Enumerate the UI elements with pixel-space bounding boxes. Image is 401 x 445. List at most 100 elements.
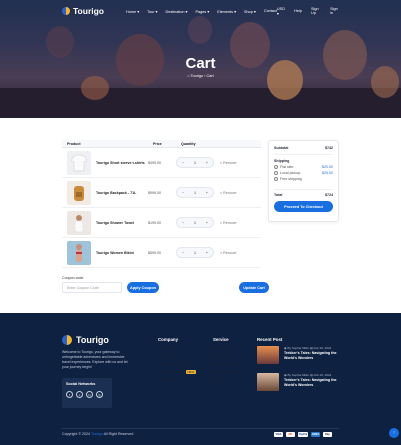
towel-image[interactable] xyxy=(67,210,91,235)
coupon-input[interactable]: Enter Coupon Code xyxy=(62,282,122,293)
globe-logo-icon xyxy=(62,335,72,345)
footer-link[interactable]: About Us xyxy=(158,347,196,351)
close-icon: × xyxy=(220,250,223,255)
post-meta: ◉ By Sophia Miller ▤ Feb 20, 2024 xyxy=(284,346,332,350)
product-price: $599.00 xyxy=(148,250,161,255)
apply-coupon-button[interactable]: Apply Coupon xyxy=(127,282,159,293)
shipping-option-free[interactable]: Free shipping xyxy=(274,177,333,181)
update-cart-button[interactable]: Update Cart xyxy=(239,282,269,293)
col-quantity: Quantity xyxy=(181,141,196,146)
quantity-stepper: − 1 + xyxy=(176,217,214,228)
table-row: Tourigo Backpack - 71L $999.00 − 1 + × Re… xyxy=(62,178,261,208)
nav-item-shop[interactable]: Shop ▾ xyxy=(244,9,256,14)
remove-button[interactable]: × Remove xyxy=(220,221,237,225)
page-title: Cart xyxy=(185,55,216,72)
visa-icon: VISA xyxy=(274,432,283,437)
brand-logo[interactable]: Tourigo xyxy=(62,6,104,16)
radio-icon[interactable] xyxy=(274,177,278,181)
tshirt-image[interactable] xyxy=(67,150,91,175)
nav-item-elements[interactable]: Elements ▾ xyxy=(217,9,236,14)
product-name[interactable]: Tourigo Backpack - 71L xyxy=(96,191,148,195)
plus-icon[interactable]: + xyxy=(206,221,208,225)
post-thumbnail[interactable] xyxy=(257,373,279,391)
quantity-value[interactable]: 1 xyxy=(194,251,196,255)
company-title: Company xyxy=(158,337,179,342)
x-twitter-icon[interactable]: x xyxy=(76,391,83,398)
scroll-to-top-button[interactable]: ↑ xyxy=(389,428,399,438)
footer-link[interactable]: Travel Guides xyxy=(158,362,196,366)
subtotal-value: $742 xyxy=(325,146,333,150)
footer-link[interactable]: Careers xyxy=(158,355,196,359)
checkout-button[interactable]: Proceed To Checkout xyxy=(274,201,333,212)
plus-icon[interactable]: + xyxy=(206,161,208,165)
globe-logo-icon xyxy=(62,7,70,15)
footer-link[interactable]: Car Booking xyxy=(213,362,236,366)
post-thumbnail[interactable] xyxy=(257,346,279,364)
post-meta: ◉ By Sophia Miller ▤ Feb 20, 2024 xyxy=(284,373,332,377)
main-menu: Home ▾ Tour ▾ Destination ▾ Pages ▾ Elem… xyxy=(126,9,277,14)
footer-brand-name: Tourigo xyxy=(76,335,109,345)
product-name[interactable]: Tourigo Shower Towel xyxy=(96,221,148,225)
close-icon: × xyxy=(220,190,223,195)
shipping-option-flat[interactable]: Flat rate: $20.00 xyxy=(274,165,333,169)
backpack-image[interactable] xyxy=(67,180,91,205)
quantity-value[interactable]: 1 xyxy=(194,191,196,195)
social-networks: Social Networks f x in ◎ xyxy=(62,378,112,408)
instagram-icon[interactable]: ◎ xyxy=(96,391,103,398)
product-name[interactable]: Tourigo Short sleeve t-shirts xyxy=(96,161,148,165)
col-price: Price xyxy=(153,141,162,146)
minus-icon[interactable]: − xyxy=(182,161,184,165)
nav-item-home[interactable]: Home ▾ xyxy=(126,9,139,14)
bikini-image[interactable] xyxy=(67,240,91,265)
footer-link[interactable]: Help xyxy=(213,377,236,381)
post-title[interactable]: Trekker's Tales: Navigating the World's … xyxy=(284,351,342,360)
footer-link[interactable]: Tour Listing xyxy=(213,355,236,359)
user-menu: USD ▾ Help Sign Up Sign In xyxy=(277,7,339,16)
quantity-value[interactable]: 1 xyxy=(194,221,196,225)
cart-summary: Subtotal $742 Shipping Flat rate: $20.00… xyxy=(268,140,339,222)
currency-select[interactable]: USD ▾ xyxy=(277,7,285,16)
table-header: Product Price Quantity xyxy=(62,140,261,148)
remove-button[interactable]: × Remove xyxy=(220,191,237,195)
shipping-label: Shipping xyxy=(274,159,290,163)
close-icon: × xyxy=(220,160,223,165)
remove-button[interactable]: × Remove xyxy=(220,161,237,165)
radio-icon[interactable] xyxy=(274,171,278,175)
remove-button[interactable]: × Remove xyxy=(220,251,237,255)
quantity-stepper: − 1 + xyxy=(176,187,214,198)
recent-post[interactable]: ◉ By Sophia Miller ▤ Feb 20, 2024 Trekke… xyxy=(257,373,342,391)
radio-icon[interactable] xyxy=(274,165,278,169)
shipping-option-pickup[interactable]: Local pickup: $25.00 xyxy=(274,171,333,175)
linkedin-icon[interactable]: in xyxy=(86,391,93,398)
footer-link[interactable]: Travel Agency xyxy=(213,370,236,374)
post-title[interactable]: Trekker's Tales: Navigating the World's … xyxy=(284,378,342,387)
quantity-value[interactable]: 1 xyxy=(194,161,196,165)
table-row: Tourigo Short sleeve t-shirts $499.00 − … xyxy=(62,148,261,178)
table-row: Tourigo Shower Towel $199.00 − 1 + × Remo… xyxy=(62,208,261,238)
signin-link[interactable]: Sign In xyxy=(330,7,339,15)
breadcrumb-home[interactable]: Tourigo xyxy=(191,74,203,78)
plus-icon[interactable]: + xyxy=(206,251,208,255)
footer-link[interactable]: Destinations xyxy=(213,347,236,351)
plus-icon[interactable]: + xyxy=(206,191,208,195)
nav-item-destination[interactable]: Destination ▾ xyxy=(165,9,187,14)
nav-item-pages[interactable]: Pages ▾ xyxy=(195,9,209,14)
minus-icon[interactable]: − xyxy=(182,191,184,195)
cart-table: Product Price Quantity Tourigo Short sle… xyxy=(62,140,261,268)
facebook-icon[interactable]: f xyxy=(66,391,73,398)
footer-link[interactable]: Traveler Review NEW xyxy=(158,369,196,374)
help-link[interactable]: Help xyxy=(294,9,302,13)
col-product: Product xyxy=(67,141,81,146)
applepay-icon: Pay xyxy=(323,432,332,437)
product-name[interactable]: Tourigo Women Bikini xyxy=(96,251,148,255)
recent-post[interactable]: ◉ By Sophia Miller ▤ Feb 20, 2024 Trekke… xyxy=(257,346,342,364)
signup-link[interactable]: Sign Up xyxy=(311,7,321,15)
minus-icon[interactable]: − xyxy=(182,221,184,225)
footer-logo[interactable]: Tourigo xyxy=(62,335,109,345)
minus-icon[interactable]: − xyxy=(182,251,184,255)
total-value: $724 xyxy=(325,193,333,197)
nav-item-contact[interactable]: Contact xyxy=(264,9,277,14)
footer-link[interactable]: Contact Now xyxy=(158,377,196,381)
new-badge: NEW xyxy=(185,369,196,374)
nav-item-tour[interactable]: Tour ▾ xyxy=(147,9,157,14)
